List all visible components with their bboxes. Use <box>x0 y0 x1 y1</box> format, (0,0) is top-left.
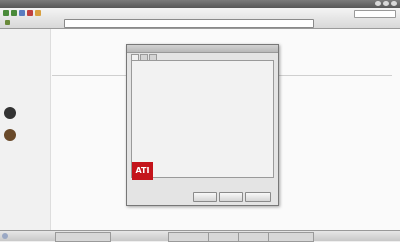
taskbar-button[interactable] <box>168 232 212 242</box>
ok-button[interactable] <box>193 192 217 202</box>
minimize-icon[interactable] <box>375 1 381 6</box>
reload-icon[interactable] <box>19 10 25 16</box>
cancel-button[interactable] <box>219 192 243 202</box>
avatar <box>4 107 16 119</box>
back-icon[interactable] <box>3 10 9 16</box>
forum-sidebar <box>0 29 51 230</box>
apply-button[interactable] <box>245 192 271 202</box>
start-icon[interactable] <box>2 233 8 239</box>
taskbar-button[interactable] <box>268 232 314 242</box>
window-controls <box>375 1 397 6</box>
maximize-icon[interactable] <box>383 1 389 6</box>
taskbar-button[interactable] <box>238 232 272 242</box>
dialog-panel <box>131 60 274 178</box>
ati-logo: ATI <box>132 162 153 180</box>
taskbar-button[interactable] <box>55 232 111 242</box>
properties-dialog: ATI <box>126 44 279 206</box>
window-title-bar <box>0 0 400 8</box>
home-icon[interactable] <box>35 10 41 16</box>
nav-buttons <box>3 10 41 16</box>
dialog-title-bar[interactable] <box>127 45 278 53</box>
site-icon <box>5 20 10 25</box>
close-icon[interactable] <box>391 1 397 6</box>
taskbar-button[interactable] <box>208 232 242 242</box>
avatar <box>4 129 16 141</box>
url-input[interactable] <box>64 19 314 28</box>
stop-icon[interactable] <box>27 10 33 16</box>
forward-icon[interactable] <box>11 10 17 16</box>
taskbar <box>0 230 400 242</box>
browser-toolbar <box>0 8 400 29</box>
location-icons <box>5 20 60 25</box>
search-input[interactable] <box>354 10 396 18</box>
